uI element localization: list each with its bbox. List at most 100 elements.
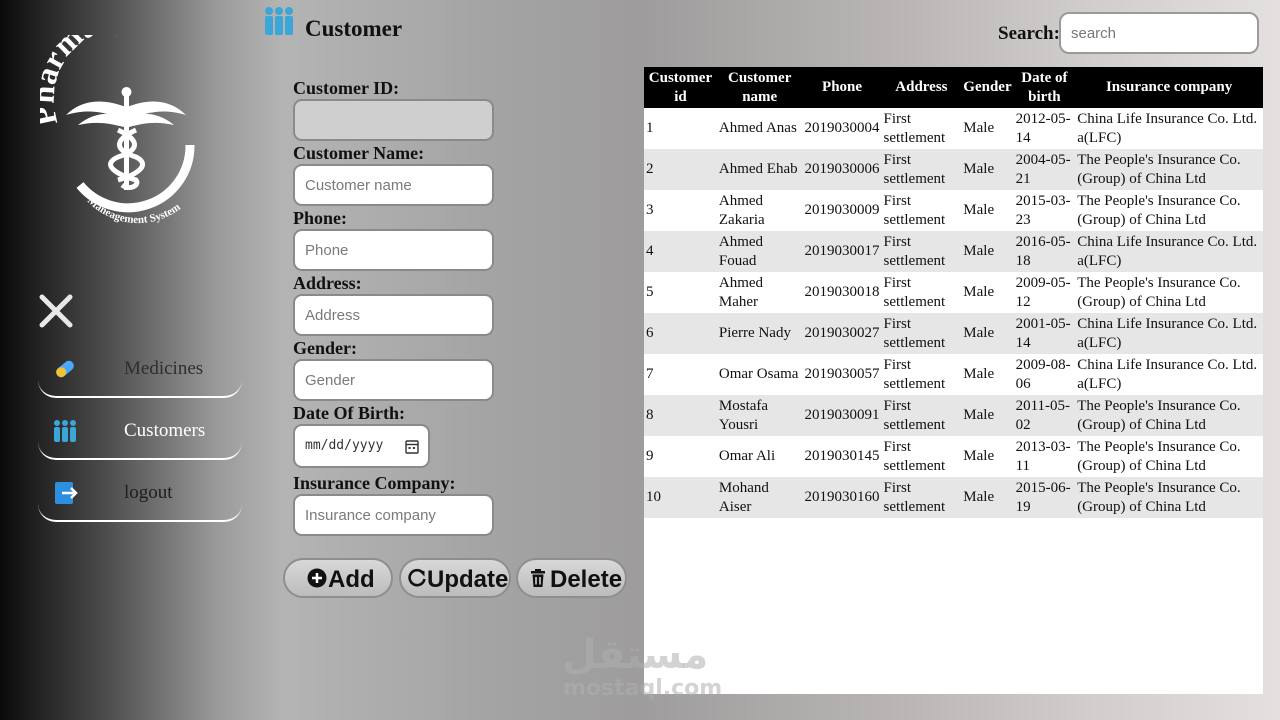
cell-address: First settlement [883, 110, 946, 146]
insurance-company-label: Insurance Company: [293, 473, 456, 493]
table-row[interactable]: 5 Ahmed Maher 2019030018 First settlemen… [644, 272, 1263, 313]
cell-customer-id: 8 [646, 407, 654, 423]
add-button-label: Add [328, 566, 375, 593]
customer-name-field[interactable] [293, 164, 494, 206]
table-row[interactable]: 4 Ahmed Fouad 2019030017 First settlemen… [644, 231, 1263, 272]
cell-address: First settlement [883, 233, 946, 269]
table-row[interactable]: 9 Omar Ali 2019030145 First settlement M… [644, 436, 1263, 477]
sidebar-item-logout[interactable]: logout [38, 462, 242, 522]
cell-insurance-company: China Life Insurance Co. Ltd. a(LFC) [1077, 315, 1258, 351]
cell-customer-name: Ahmed Anas [718, 120, 797, 136]
table-row[interactable]: 7 Omar Osama 2019030057 First settlement… [644, 354, 1263, 395]
phone-field[interactable] [293, 229, 494, 271]
cell-insurance-company: China Life Insurance Co. Ltd. a(LFC) [1077, 356, 1258, 392]
sidebar-item-medicines[interactable]: Medicines [38, 338, 242, 398]
cell-insurance-company: The People's Insurance Co. (Group) of Ch… [1077, 151, 1241, 187]
customers-table: Customer id Customer name Phone Address … [644, 67, 1263, 518]
cell-customer-id: 9 [646, 448, 654, 464]
sidebar-item-customers[interactable]: Customers [38, 400, 242, 460]
pharmacy-logo: Pharmacy Maneagement System [40, 35, 195, 225]
column-header-customer-name[interactable]: Customer name [717, 67, 803, 108]
column-header-phone[interactable]: Phone [803, 67, 882, 108]
cell-customer-id: 4 [646, 243, 654, 259]
close-icon[interactable] [38, 293, 74, 329]
table-header-row: Customer id Customer name Phone Address … [644, 67, 1263, 108]
cell-insurance-company: The People's Insurance Co. (Group) of Ch… [1077, 397, 1241, 433]
cell-address: First settlement [883, 192, 946, 228]
cell-date-of-birth: 2009-05-12 [1015, 274, 1071, 310]
refresh-icon [408, 568, 426, 587]
cell-gender: Male [963, 161, 995, 177]
cell-customer-name: Ahmed Maher [718, 274, 764, 310]
search-label: Search: [998, 23, 1060, 44]
cell-insurance-company: China Life Insurance Co. Ltd. a(LFC) [1077, 110, 1258, 146]
cell-address: First settlement [883, 397, 946, 433]
column-header-date-of-birth[interactable]: Date of birth [1014, 67, 1076, 108]
update-button-label: Update [427, 566, 509, 593]
column-header-gender[interactable]: Gender [961, 67, 1013, 108]
add-button[interactable]: Add [283, 558, 393, 598]
cell-address: First settlement [883, 315, 946, 351]
cell-insurance-company: The People's Insurance Co. (Group) of Ch… [1077, 192, 1241, 228]
cell-insurance-company: The People's Insurance Co. (Group) of Ch… [1077, 274, 1241, 310]
sidebar-item-label: logout [124, 482, 173, 503]
cell-phone: 2019030160 [804, 489, 880, 505]
cell-gender: Male [963, 120, 995, 136]
cell-customer-name: Pierre Nady [718, 325, 791, 341]
column-header-insurance-company[interactable]: Insurance company [1075, 67, 1263, 108]
watermark-latin: mostaql.com [563, 676, 723, 701]
column-header-customer-id[interactable]: Customer id [644, 67, 717, 108]
phone-label: Phone: [293, 208, 347, 228]
insurance-company-field[interactable] [293, 494, 494, 536]
table-row[interactable]: 10 Mohand Aiser 2019030160 First settlem… [644, 477, 1263, 518]
date-of-birth-field[interactable]: mm/dd/yyyy [293, 424, 430, 468]
address-field[interactable] [293, 294, 494, 336]
customers-table-panel: Customer id Customer name Phone Address … [644, 67, 1263, 694]
cell-phone: 2019030009 [804, 202, 880, 218]
cell-customer-id: 6 [646, 325, 654, 341]
cell-customer-name: Ahmed Fouad [718, 233, 764, 269]
table-row[interactable]: 1 Ahmed Anas 2019030004 First settlement… [644, 108, 1263, 149]
table-row[interactable]: 8 Mostafa Yousri 2019030091 First settle… [644, 395, 1263, 436]
watermark-arabic: مستقل [562, 632, 709, 678]
cell-phone: 2019030017 [804, 243, 880, 259]
plus-circle-icon [307, 568, 327, 588]
calendar-icon[interactable] [405, 439, 419, 454]
update-button[interactable]: Update [399, 558, 511, 598]
table-row[interactable]: 3 Ahmed Zakaria 2019030009 First settlem… [644, 190, 1263, 231]
cell-address: First settlement [883, 151, 946, 187]
cell-customer-id: 1 [646, 120, 654, 136]
cell-date-of-birth: 2001-05-14 [1015, 315, 1071, 351]
cell-phone: 2019030145 [804, 448, 880, 464]
cell-date-of-birth: 2013-03-11 [1015, 438, 1071, 474]
gender-field[interactable] [293, 359, 494, 401]
cell-customer-id: 2 [646, 161, 654, 177]
delete-button[interactable]: Delete [516, 558, 627, 598]
date-of-birth-label: Date Of Birth: [293, 403, 405, 423]
cell-phone: 2019030027 [804, 325, 880, 341]
table-row[interactable]: 6 Pierre Nady 2019030027 First settlemen… [644, 313, 1263, 354]
cell-customer-name: Ahmed Ehab [718, 161, 798, 177]
cell-gender: Male [963, 202, 995, 218]
cell-customer-id: 10 [646, 489, 661, 505]
cell-date-of-birth: 2015-06-19 [1015, 479, 1071, 515]
customer-id-label: Customer ID: [293, 78, 400, 98]
cell-insurance-company: The People's Insurance Co. (Group) of Ch… [1077, 479, 1241, 515]
cell-date-of-birth: 2009-08-06 [1015, 356, 1071, 392]
cell-address: First settlement [883, 479, 946, 515]
pill-icon [56, 360, 74, 378]
cell-gender: Male [963, 366, 995, 382]
cell-phone: 2019030004 [804, 120, 880, 136]
table-row[interactable]: 2 Ahmed Ehab 2019030006 First settlement… [644, 149, 1263, 190]
cell-customer-name: Mostafa Yousri [718, 397, 769, 433]
cell-customer-id: 3 [646, 202, 654, 218]
search-input[interactable] [1059, 12, 1259, 54]
cell-phone: 2019030057 [804, 366, 880, 382]
cell-date-of-birth: 2015-03-23 [1015, 192, 1071, 228]
cell-date-of-birth: 2012-05-14 [1015, 110, 1071, 146]
cell-customer-name: Omar Osama [718, 366, 799, 382]
cell-address: First settlement [883, 438, 946, 474]
gender-label: Gender: [293, 338, 357, 358]
cell-date-of-birth: 2016-05-18 [1015, 233, 1071, 269]
column-header-address[interactable]: Address [882, 67, 962, 108]
